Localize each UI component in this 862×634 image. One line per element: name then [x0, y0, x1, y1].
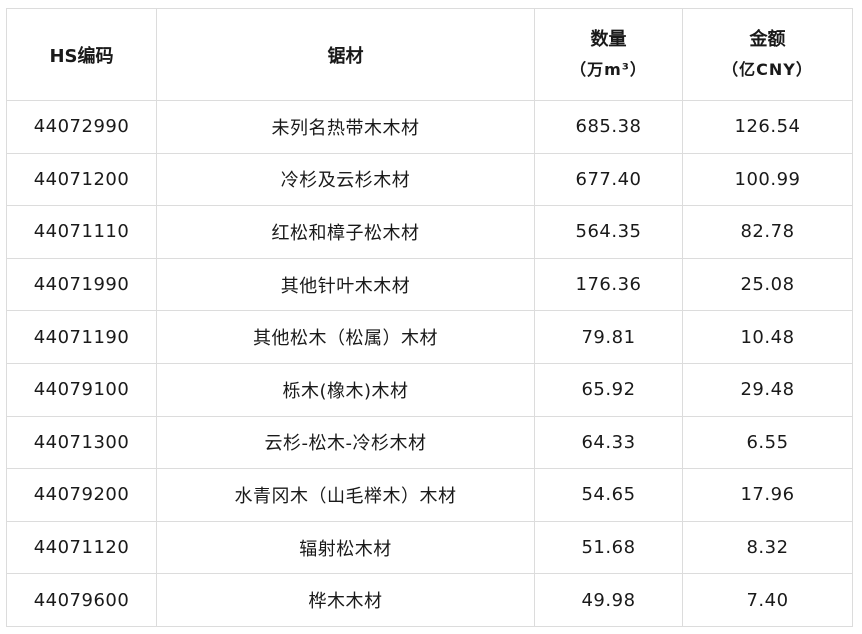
hs-code-cell: 44072990 — [6, 100, 157, 154]
table-row: 44072990 未列名热带木木材 685.38 126.54 — [6, 100, 853, 154]
header-lumber: 锯材 — [156, 8, 535, 101]
table-row: 44071120 辐射松木材 51.68 8.32 — [6, 520, 853, 575]
lumber-cell: 水青冈木（山毛榉木）木材 — [156, 468, 535, 522]
lumber-cell: 其他针叶木木材 — [156, 257, 535, 312]
header-lumber-label: 锯材 — [327, 45, 364, 67]
header-hs-code: HS编码 — [6, 8, 157, 101]
lumber-cell: 红松和樟子松木材 — [156, 205, 535, 259]
quantity-cell: 677.40 — [534, 152, 683, 207]
header-hs-code-label: HS编码 — [49, 45, 114, 67]
header-amount-unit: （亿CNY） — [722, 59, 813, 79]
hs-code-cell: 44079200 — [6, 468, 157, 522]
header-quantity-unit: （万m³） — [570, 59, 647, 79]
amount-cell: 10.48 — [682, 310, 853, 364]
quantity-cell: 564.35 — [534, 205, 683, 259]
lumber-import-table: HS编码 锯材 数量 （万m³） 金额 （亿CNY） 44072990 未列名热带… — [6, 8, 853, 627]
lumber-cell: 未列名热带木木材 — [156, 100, 535, 154]
header-row: HS编码 锯材 数量 （万m³） 金额 （亿CNY） — [6, 8, 853, 101]
lumber-cell: 冷杉及云杉木材 — [156, 152, 535, 207]
hs-code-cell: 44079100 — [6, 362, 157, 417]
table-row: 44071200 冷杉及云杉木材 677.40 100.99 — [6, 152, 853, 207]
lumber-cell: 桦木木材 — [156, 573, 535, 627]
amount-cell: 29.48 — [682, 362, 853, 417]
quantity-cell: 51.68 — [534, 520, 683, 575]
header-quantity: 数量 （万m³） — [534, 8, 683, 101]
amount-cell: 82.78 — [682, 205, 853, 259]
hs-code-cell: 44071110 — [6, 205, 157, 259]
quantity-cell: 54.65 — [534, 468, 683, 522]
amount-cell: 17.96 — [682, 468, 853, 522]
table-header: HS编码 锯材 数量 （万m³） 金额 （亿CNY） — [6, 8, 853, 101]
header-amount: 金额 （亿CNY） — [682, 8, 853, 101]
quantity-cell: 65.92 — [534, 362, 683, 417]
amount-cell: 7.40 — [682, 573, 853, 627]
table-row: 44071110 红松和樟子松木材 564.35 82.78 — [6, 205, 853, 259]
hs-code-cell: 44071200 — [6, 152, 157, 207]
quantity-cell: 64.33 — [534, 415, 683, 470]
quantity-cell: 79.81 — [534, 310, 683, 364]
table-row: 44079100 栎木(橡木)木材 65.92 29.48 — [6, 362, 853, 417]
table-body: 44072990 未列名热带木木材 685.38 126.54 44071200 冷杉及云… — [6, 100, 853, 627]
hs-code-cell: 44071990 — [6, 257, 157, 312]
lumber-cell: 栎木(橡木)木材 — [156, 362, 535, 417]
amount-cell: 126.54 — [682, 100, 853, 154]
quantity-cell: 176.36 — [534, 257, 683, 312]
hs-code-cell: 44071120 — [6, 520, 157, 575]
lumber-cell: 其他松木（松属）木材 — [156, 310, 535, 364]
amount-cell: 6.55 — [682, 415, 853, 470]
header-amount-label: 金额 — [749, 28, 786, 50]
hs-code-cell: 44071300 — [6, 415, 157, 470]
lumber-cell: 云杉-松木-冷杉木材 — [156, 415, 535, 470]
amount-cell: 8.32 — [682, 520, 853, 575]
table-row: 44071300 云杉-松木-冷杉木材 64.33 6.55 — [6, 415, 853, 470]
quantity-cell: 49.98 — [534, 573, 683, 627]
hs-code-cell: 44071190 — [6, 310, 157, 364]
table-row: 44071190 其他松木（松属）木材 79.81 10.48 — [6, 310, 853, 364]
table-row: 44079600 桦木木材 49.98 7.40 — [6, 573, 853, 627]
quantity-cell: 685.38 — [534, 100, 683, 154]
amount-cell: 25.08 — [682, 257, 853, 312]
table-row: 44079200 水青冈木（山毛榉木）木材 54.65 17.96 — [6, 468, 853, 522]
lumber-cell: 辐射松木材 — [156, 520, 535, 575]
amount-cell: 100.99 — [682, 152, 853, 207]
table-row: 44071990 其他针叶木木材 176.36 25.08 — [6, 257, 853, 312]
header-quantity-label: 数量 — [590, 28, 627, 50]
hs-code-cell: 44079600 — [6, 573, 157, 627]
